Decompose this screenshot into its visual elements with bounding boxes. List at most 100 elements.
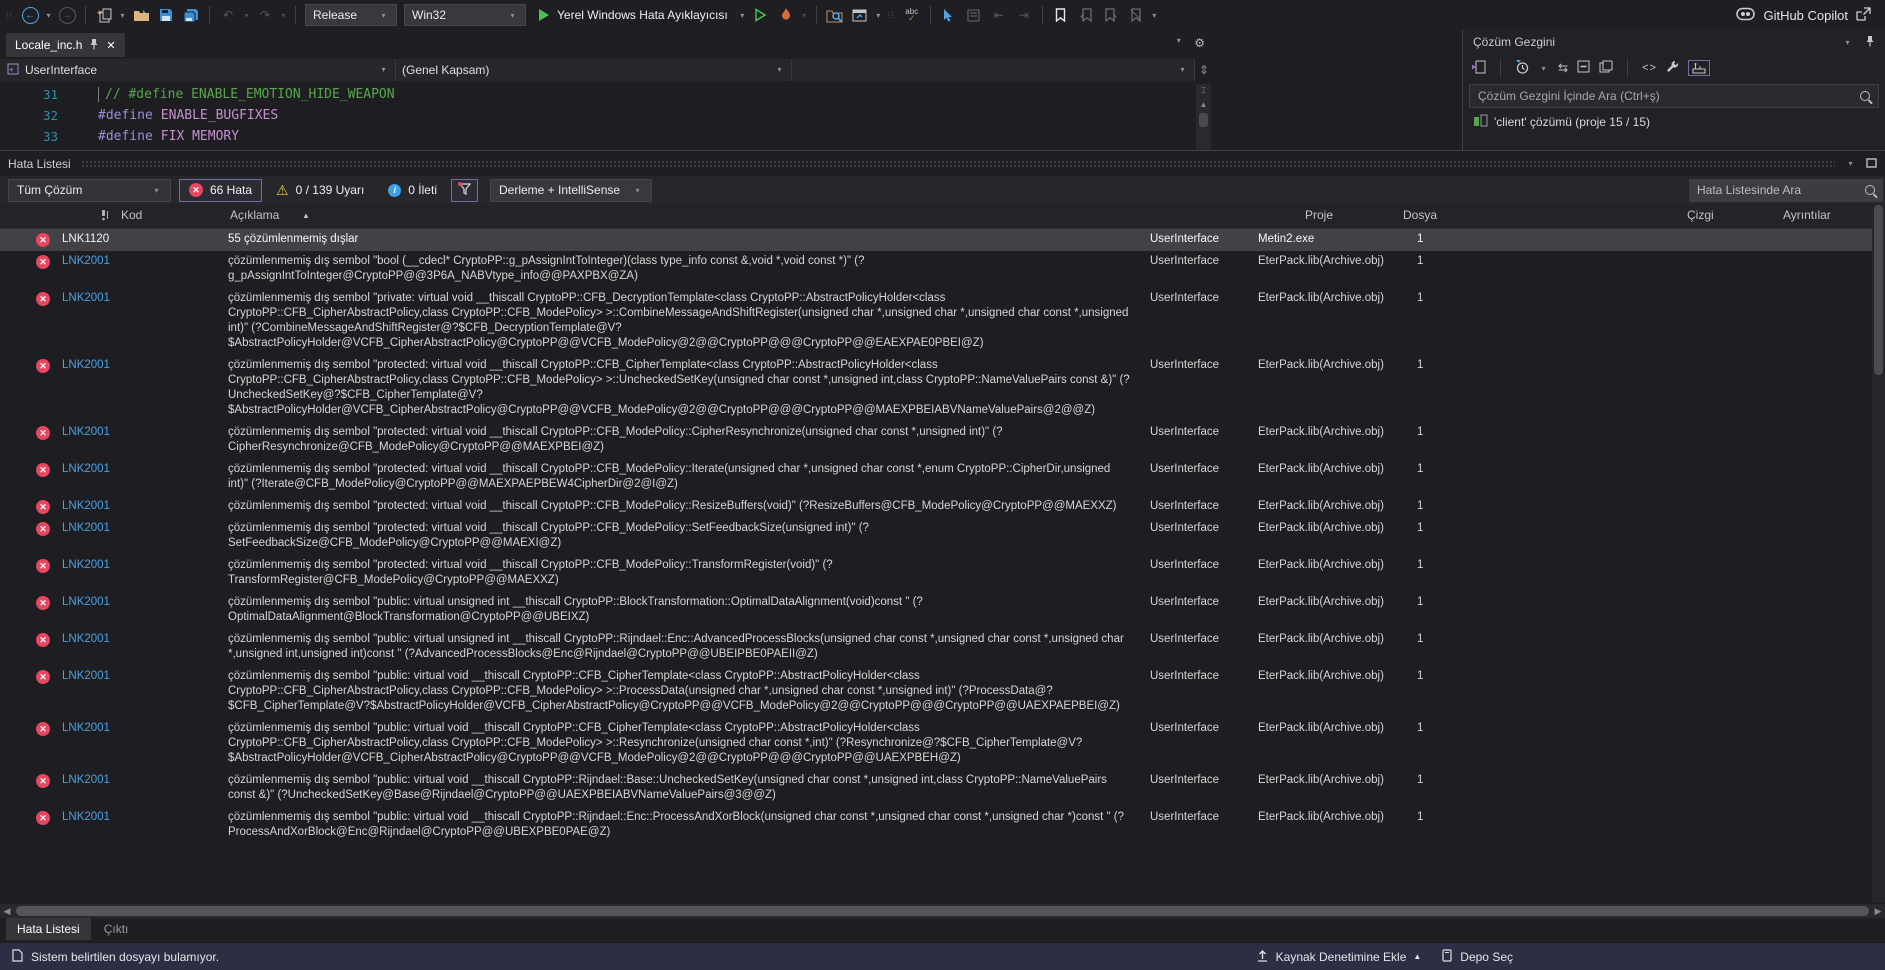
document-tab[interactable]: Locale_inc.h ✕: [6, 33, 125, 57]
save-all-icon[interactable]: [179, 3, 203, 27]
error-list-vertical-scrollbar[interactable]: [1872, 203, 1885, 903]
error-list-search-input[interactable]: Hata Listesinde Ara: [1689, 179, 1883, 202]
error-row[interactable]: ✕LNK112055 çözümlenmemiş dışlarUserInter…: [0, 229, 1885, 251]
solution-tree-root-item[interactable]: 'client' çözümü (proje 15 / 15): [1463, 110, 1885, 130]
close-icon[interactable]: ✕: [106, 39, 115, 52]
search-icon[interactable]: [1860, 91, 1870, 101]
split-window-icon[interactable]: ⇕: [1195, 63, 1213, 77]
undo-dropdown-icon[interactable]: ▾: [241, 11, 252, 20]
bookmark-dropdown-icon[interactable]: ▾: [1149, 11, 1160, 20]
open-folder-icon[interactable]: [129, 3, 153, 27]
warnings-toggle-button[interactable]: ⚠ 0 / 139 Uyarı: [266, 179, 374, 202]
search-icon[interactable]: [1865, 185, 1875, 195]
error-row[interactable]: ✕LNK2001çözümlenmemiş dış sembol "public…: [0, 718, 1885, 770]
hot-reload-dropdown-icon[interactable]: ▾: [799, 11, 810, 20]
pending-changes-filter-icon[interactable]: [1515, 60, 1529, 77]
column-header-code[interactable]: Kod: [121, 208, 142, 222]
start-without-debugging-icon[interactable]: [749, 3, 773, 27]
navigate-forward-icon[interactable]: →: [55, 3, 79, 27]
new-project-icon[interactable]: ✦: [92, 3, 116, 27]
error-code[interactable]: LNK2001: [62, 773, 228, 788]
error-code[interactable]: LNK2001: [62, 810, 228, 825]
column-header-line[interactable]: Çizgi: [1687, 208, 1714, 222]
column-header-file[interactable]: Dosya: [1403, 208, 1437, 222]
error-row[interactable]: ✕LNK2001çözümlenmemiş dış sembol "public…: [0, 666, 1885, 718]
scroll-left-arrow-icon[interactable]: ◀: [0, 906, 14, 917]
nav-member-dropdown[interactable]: ▾: [792, 59, 1195, 81]
window-position-dropdown-icon[interactable]: ▾: [1842, 38, 1853, 47]
properties-window-icon[interactable]: [1688, 60, 1710, 76]
tab-error-list[interactable]: Hata Listesi: [6, 918, 91, 940]
tab-output[interactable]: Çıktı: [93, 918, 140, 940]
undo-icon[interactable]: ↶: [216, 3, 240, 27]
solution-explorer-title-bar[interactable]: Çözüm Gezgini ▾: [1463, 30, 1885, 54]
github-copilot-label[interactable]: GitHub Copilot: [1763, 8, 1848, 23]
error-code[interactable]: LNK2001: [62, 558, 228, 573]
next-bookmark-icon[interactable]: [1099, 3, 1123, 27]
attach-dropdown-icon[interactable]: ▾: [873, 11, 884, 20]
messages-toggle-button[interactable]: i 0 İleti: [378, 179, 447, 202]
document-well-dropdown-icon[interactable]: ▾: [1173, 36, 1184, 50]
error-row[interactable]: ✕LNK2001çözümlenmemiş dış sembol "protec…: [0, 459, 1885, 496]
error-list-title-bar[interactable]: Hata Listesi ▾: [0, 151, 1885, 176]
error-row[interactable]: ✕LNK2001çözümlenmemiş dış sembol "protec…: [0, 496, 1885, 518]
error-row[interactable]: ✕LNK2001çözümlenmemiş dış sembol "public…: [0, 807, 1885, 844]
error-code[interactable]: LNK2001: [62, 632, 228, 647]
share-icon[interactable]: [1856, 7, 1871, 24]
pin-icon[interactable]: [1865, 35, 1875, 50]
gear-icon[interactable]: ⚙: [1194, 36, 1205, 50]
github-copilot-icon[interactable]: [1736, 7, 1755, 24]
toolbar-grip[interactable]: ⁞⁞: [6, 12, 14, 19]
scrollbar-splitter-icon[interactable]: ⌶: [1201, 86, 1206, 96]
error-code[interactable]: LNK2001: [62, 499, 228, 514]
scrollbar-thumb[interactable]: [1199, 113, 1208, 127]
error-code[interactable]: LNK2001: [62, 291, 228, 306]
scrollbar-thumb[interactable]: [1874, 205, 1883, 375]
error-code[interactable]: LNK2001: [62, 595, 228, 610]
error-row[interactable]: ✕LNK2001çözümlenmemiş dış sembol "protec…: [0, 355, 1885, 422]
toolbar-grip[interactable]: ⁞⁞: [888, 12, 896, 19]
error-row[interactable]: ✕LNK2001çözümlenmemiş dış sembol "public…: [0, 592, 1885, 629]
error-row[interactable]: ✕LNK2001çözümlenmemiş dış sembol "protec…: [0, 518, 1885, 555]
code-editor[interactable]: 31 // #define ENABLE_EMOTION_HIDE_WEAPON…: [0, 84, 1196, 142]
solution-explorer-search-input[interactable]: Çözüm Gezgini İçinde Ara (Ctrl+ş): [1469, 84, 1879, 108]
toggle-bookmark-icon[interactable]: [1049, 3, 1073, 27]
new-item-dropdown-icon[interactable]: ▾: [117, 11, 128, 20]
attach-to-process-icon[interactable]: [848, 3, 872, 27]
configuration-dropdown[interactable]: Release ▾: [305, 4, 397, 26]
scroll-right-arrow-icon[interactable]: ▶: [1871, 906, 1885, 917]
peek-definition-icon[interactable]: [962, 3, 986, 27]
nav-scope-dropdown[interactable]: (Genel Kapsam) ▾: [396, 59, 792, 81]
navigate-back-icon[interactable]: ←: [18, 3, 42, 27]
increase-indent-icon[interactable]: ⇥: [1012, 3, 1036, 27]
scope-filter-dropdown[interactable]: Tüm Çözüm ▾: [8, 179, 171, 202]
switch-views-icon[interactable]: [1471, 60, 1486, 77]
collapse-all-icon[interactable]: [1577, 60, 1590, 76]
error-code[interactable]: LNK2001: [62, 521, 228, 536]
scroll-up-arrow-icon[interactable]: ▲: [1200, 100, 1208, 109]
decrease-indent-icon[interactable]: ⇤: [987, 3, 1011, 27]
sync-with-active-document-icon[interactable]: ⇆: [1558, 61, 1568, 75]
find-in-files-icon[interactable]: [823, 3, 847, 27]
panel-drag-handle[interactable]: [81, 160, 1835, 167]
spell-check-icon[interactable]: abc✓: [900, 3, 924, 27]
previous-bookmark-icon[interactable]: [1074, 3, 1098, 27]
error-code[interactable]: LNK2001: [62, 669, 228, 684]
error-row[interactable]: ✕LNK2001çözümlenmemiş dış sembol "protec…: [0, 555, 1885, 592]
severity-column-icon[interactable]: [100, 209, 110, 224]
window-position-dropdown-icon[interactable]: ▾: [1845, 159, 1856, 168]
error-code[interactable]: LNK2001: [62, 254, 228, 269]
add-to-source-control-button[interactable]: Kaynak Denetimine Ekle ▲: [1256, 949, 1422, 965]
preview-selected-items-icon[interactable]: [1599, 60, 1613, 76]
scrollbar-thumb[interactable]: [16, 906, 1869, 916]
redo-icon[interactable]: ↷: [253, 3, 277, 27]
horizontal-scrollbar[interactable]: ◀ ▶: [0, 904, 1885, 918]
pin-icon[interactable]: [89, 38, 99, 53]
filter-button[interactable]: [451, 179, 478, 202]
start-debugging-icon[interactable]: [539, 9, 549, 21]
error-row[interactable]: ✕LNK2001çözümlenmemiş dış sembol "protec…: [0, 422, 1885, 459]
column-header-project[interactable]: Proje: [1305, 208, 1333, 222]
errors-toggle-button[interactable]: ✕ 66 Hata: [179, 179, 262, 202]
error-row[interactable]: ✕LNK2001çözümlenmemiş dış sembol "bool (…: [0, 251, 1885, 288]
editor-vertical-scrollbar[interactable]: ⌶ ▲: [1196, 84, 1211, 150]
